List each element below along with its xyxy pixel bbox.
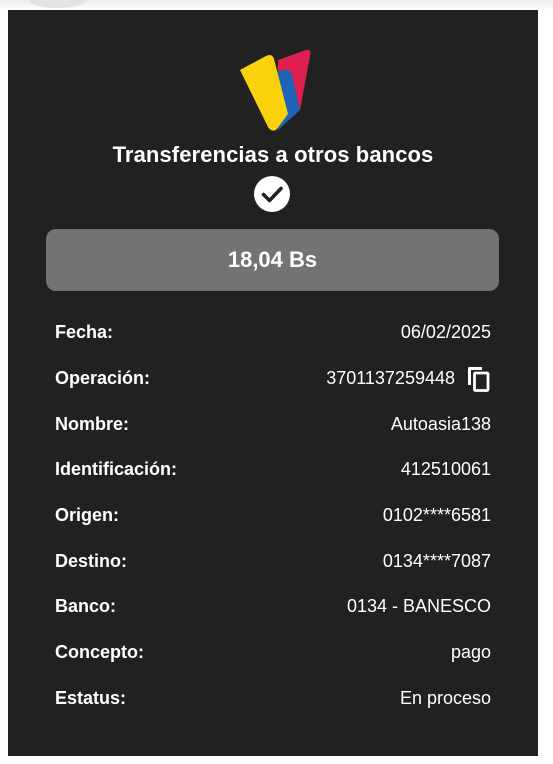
top-edge (0, 0, 553, 10)
detail-row-estatus: Estatus: En proceso (55, 676, 491, 722)
detail-row-operacion: Operación: 3701137259448 (55, 356, 491, 402)
detail-value: 3701137259448 (326, 368, 455, 389)
transfer-details: Fecha: 06/02/2025 Operación: 37011372594… (55, 310, 491, 721)
amount-box: 18,04 Bs (46, 229, 499, 291)
detail-row-identificacion: Identificación: 412510061 (55, 447, 491, 493)
detail-value: pago (450, 642, 491, 663)
detail-value: 412510061 (400, 459, 491, 480)
transfer-receipt-card: Transferencias a otros bancos 18,04 Bs F… (8, 10, 538, 756)
bank-logo-icon (240, 50, 311, 131)
detail-value: En proceso (399, 687, 491, 708)
detail-label: Fecha: (55, 322, 114, 343)
page-title: Transferencias a otros bancos (112, 142, 434, 167)
detail-label: Operación: (55, 368, 151, 389)
detail-row-origen: Origen: 0102****6581 (55, 493, 491, 539)
detail-label: Estatus: (55, 687, 127, 708)
detail-row-fecha: Fecha: 06/02/2025 (55, 310, 491, 356)
detail-label: Origen: (55, 505, 120, 526)
amount-value: 18,04 Bs (227, 247, 318, 272)
detail-label: Identificación: (55, 459, 178, 480)
detail-value: 0134****7087 (382, 550, 491, 571)
detail-row-nombre: Nombre: Autoasia138 (55, 401, 491, 447)
detail-row-concepto: Concepto: pago (55, 630, 491, 676)
detail-label: Banco: (55, 596, 117, 617)
operation-value-group: 3701137259448 (326, 365, 491, 393)
detail-label: Concepto: (55, 642, 144, 663)
top-edge-artifact (30, 0, 85, 8)
detail-row-destino: Destino: 0134****7087 (55, 538, 491, 584)
detail-value: 0134 - BANESCO (346, 596, 491, 617)
detail-label: Nombre: (55, 413, 130, 434)
detail-value: Autoasia138 (390, 413, 491, 434)
detail-value: 06/02/2025 (400, 322, 491, 343)
check-circle-icon (254, 176, 290, 212)
detail-row-banco: Banco: 0134 - BANESCO (55, 584, 491, 630)
copy-icon[interactable] (465, 365, 491, 393)
detail-label: Destino: (55, 550, 127, 571)
detail-value: 0102****6581 (382, 505, 491, 526)
